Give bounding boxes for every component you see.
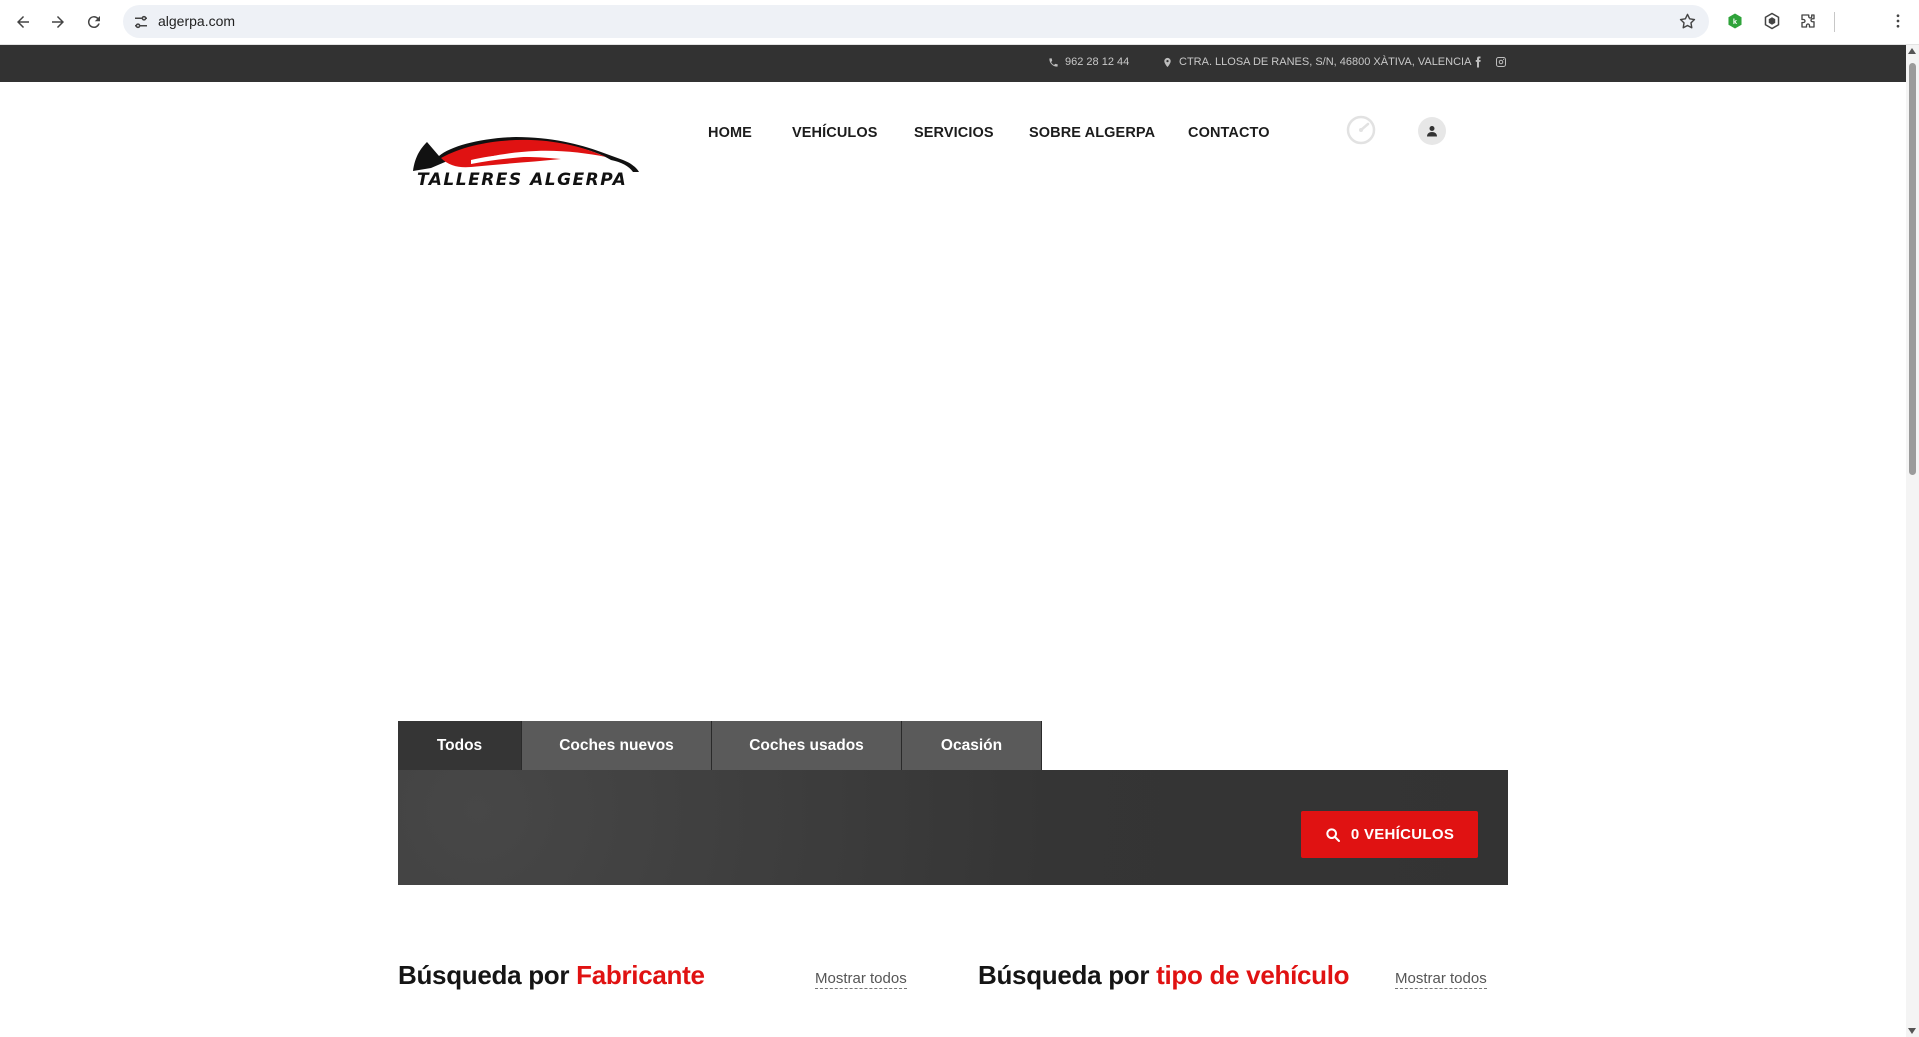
user-account-button[interactable] <box>1418 117 1446 145</box>
section-title-highlight: tipo de vehículo <box>1156 960 1350 990</box>
nav-home[interactable]: HOME <box>708 125 752 141</box>
facebook-icon <box>1475 56 1481 68</box>
section-title-prefix: Búsqueda por <box>978 960 1150 990</box>
extensions-puzzle-icon[interactable] <box>1798 11 1818 31</box>
nav-sobre-algerpa[interactable]: SOBRE ALGERPA <box>1029 125 1155 141</box>
tab-todos[interactable]: Todos <box>398 721 522 770</box>
tab-coches-usados[interactable]: Coches usados <box>712 721 902 770</box>
scroll-up-arrow[interactable] <box>1908 48 1916 54</box>
nav-contacto[interactable]: CONTACTO <box>1188 125 1270 141</box>
site-logo[interactable]: TALLERES ALGERPA <box>411 126 643 196</box>
page-scrollbar[interactable] <box>1906 45 1919 1037</box>
tab-ocasion[interactable]: Ocasión <box>902 721 1042 770</box>
address-bar[interactable]: algerpa.com <box>123 5 1709 38</box>
instagram-link[interactable] <box>1494 55 1508 69</box>
phone-icon <box>1049 57 1058 67</box>
toolbar-divider <box>1834 12 1835 32</box>
facebook-link[interactable] <box>1471 55 1485 69</box>
bookmark-star-icon[interactable] <box>1678 12 1697 31</box>
user-icon <box>1427 126 1437 137</box>
show-all-fabricante-link[interactable]: Mostrar todos <box>815 970 907 989</box>
logo-text: TALLERES ALGERPA <box>417 170 628 190</box>
speedometer-icon <box>1346 115 1376 145</box>
extension-shield-icon[interactable] <box>1762 11 1782 31</box>
reload-button[interactable] <box>81 9 107 35</box>
scrollbar-thumb[interactable] <box>1909 63 1916 475</box>
site-settings-icon[interactable] <box>132 13 150 31</box>
extension-k-icon[interactable]: k <box>1725 11 1745 31</box>
arrow-left-icon <box>17 16 29 28</box>
back-button[interactable] <box>10 9 36 35</box>
top-info-bar: 962 28 12 44 CTRA. LLOSA DE RANES, S/N, … <box>0 45 1906 82</box>
menu-kebab-icon[interactable] <box>1888 11 1908 31</box>
address-contact[interactable]: CTRA. LLOSA DE RANES, S/N, 46800 XÀTIVA,… <box>1162 56 1471 68</box>
show-all-tipo-link[interactable]: Mostrar todos <box>1395 970 1487 989</box>
browser-toolbar: algerpa.com k <box>0 0 1919 45</box>
web-page: 962 28 12 44 CTRA. LLOSA DE RANES, S/N, … <box>0 45 1906 1037</box>
nav-servicios[interactable]: SERVICIOS <box>914 125 994 141</box>
vehicle-type-tabs: Todos Coches nuevos Coches usados Ocasió… <box>398 721 1042 770</box>
search-icon <box>1326 827 1340 842</box>
instagram-icon <box>1496 57 1506 67</box>
section-title-highlight: Fabricante <box>576 960 705 990</box>
address-text: CTRA. LLOSA DE RANES, S/N, 46800 XÀTIVA,… <box>1179 56 1472 68</box>
arrow-right-icon <box>52 16 64 28</box>
scroll-down-arrow[interactable] <box>1908 1028 1916 1034</box>
forward-button[interactable] <box>45 9 71 35</box>
reload-icon <box>87 16 100 29</box>
url-text: algerpa.com <box>158 13 236 29</box>
search-button-label: 0 VEHÍCULOS <box>1350 826 1455 843</box>
tab-coches-nuevos[interactable]: Coches nuevos <box>522 721 712 770</box>
section-title-fabricante: Búsqueda por Fabricante <box>398 960 705 991</box>
speedometer-button[interactable] <box>1346 115 1376 145</box>
search-vehicles-button[interactable]: 0 VEHÍCULOS <box>1301 811 1478 858</box>
phone-number: 962 28 12 44 <box>1065 56 1130 68</box>
section-title-prefix: Búsqueda por <box>398 960 570 990</box>
phone-contact[interactable]: 962 28 12 44 <box>1048 56 1129 68</box>
section-title-tipo-vehiculo: Búsqueda por tipo de vehículo <box>978 960 1350 991</box>
map-pin-icon <box>1164 57 1171 67</box>
nav-vehiculos[interactable]: VEHÍCULOS <box>792 125 878 141</box>
